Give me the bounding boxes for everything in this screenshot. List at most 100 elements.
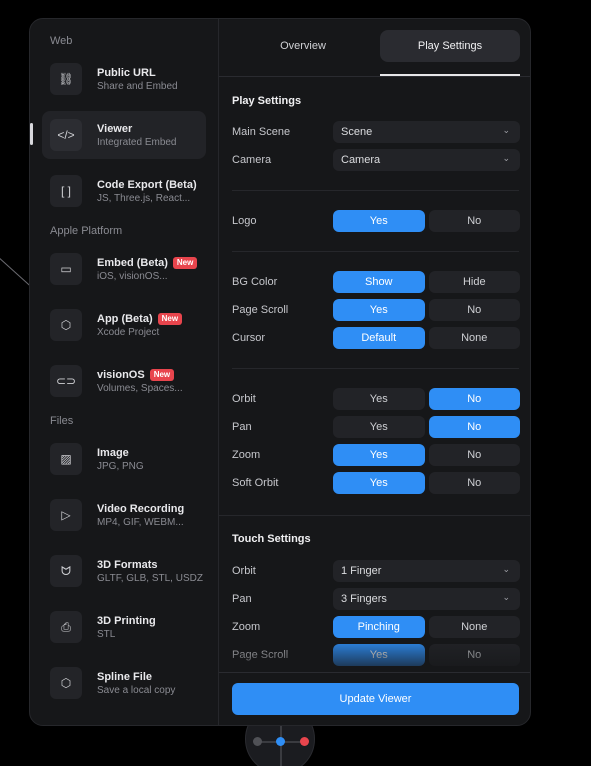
touch-zoom-label: Zoom (232, 621, 261, 633)
touch-settings-title: Touch Settings (232, 533, 311, 545)
bg-color-show-option[interactable]: Show (333, 271, 425, 293)
sidebar-item-visionos[interactable]: ⊂⊃ visionOS New Volumes, Spaces... (42, 357, 206, 405)
export-panel: Web ⛓ Public URL Share and Embed </> Vie… (29, 18, 531, 726)
item-subtitle: Volumes, Spaces... (97, 382, 183, 394)
logo-label: Logo (232, 215, 257, 227)
bg-color-hide-option[interactable]: Hide (428, 271, 520, 293)
gizmo-dot-center[interactable] (276, 737, 285, 746)
touch-pan-label: Pan (232, 593, 252, 605)
update-viewer-button[interactable]: Update Viewer (232, 683, 519, 715)
item-title: 3D Formats (97, 558, 158, 571)
bunny-icon: ᗢ (50, 555, 82, 587)
touch-zoom-none-option[interactable]: None (428, 616, 520, 638)
item-subtitle: MP4, GIF, WEBM... (97, 516, 184, 528)
touch-zoom-pinching-option[interactable]: Pinching (333, 616, 425, 638)
bg-color-toggle: Show Hide (333, 271, 520, 293)
sidebar-item-embed[interactable]: ▭ Embed (Beta) New iOS, visionOS... (42, 245, 206, 293)
chevron-down-icon: ⌄ (502, 125, 510, 135)
page-scroll-label: Page Scroll (232, 304, 289, 316)
zoom-no-option[interactable]: No (428, 444, 520, 466)
sidebar-item-viewer[interactable]: </> Viewer Integrated Embed (30, 111, 206, 159)
pan-no-option[interactable]: No (428, 416, 520, 438)
brackets-icon: [ ] (50, 175, 82, 207)
item-subtitle: STL (97, 628, 116, 640)
chevron-down-icon: ⌄ (502, 153, 510, 163)
sidebar-item-spline-file[interactable]: ⬡ Spline File Save a local copy (42, 659, 206, 707)
touch-orbit-label: Orbit (232, 565, 256, 577)
camera-select[interactable]: Camera ⌄ (333, 149, 520, 171)
sidebar-item-image[interactable]: ▨ Image JPG, PNG (42, 435, 206, 483)
new-badge: New (172, 256, 198, 269)
chevron-down-icon: ⌄ (502, 564, 510, 574)
main-scene-select[interactable]: Scene ⌄ (333, 121, 520, 143)
cube-outline-icon: ⬡ (50, 667, 82, 699)
item-subtitle: Share and Embed (97, 80, 178, 92)
active-tab-underline (380, 74, 520, 76)
item-subtitle: Save a local copy (97, 684, 176, 696)
devices-icon: ▭ (50, 253, 82, 285)
touch-page-scroll-no-option[interactable]: No (428, 644, 520, 666)
divider (232, 190, 519, 191)
soft-orbit-yes-option[interactable]: Yes (333, 472, 425, 494)
item-title-row: Embed (Beta) New (97, 256, 198, 270)
image-icon: ▨ (50, 443, 82, 475)
play-icon: ▷ (50, 499, 82, 531)
tab-play-settings[interactable]: Play Settings (380, 30, 520, 62)
section-files: Files (50, 415, 74, 427)
code-icon: </> (50, 119, 82, 151)
touch-pan-select[interactable]: 3 Fingers ⌄ (333, 588, 520, 610)
orbit-yes-option[interactable]: Yes (333, 388, 425, 410)
export-sidebar: Web ⛓ Public URL Share and Embed </> Vie… (30, 19, 219, 725)
sidebar-item-public-url[interactable]: ⛓ Public URL Share and Embed (42, 55, 206, 103)
page-scroll-no-option[interactable]: No (428, 299, 520, 321)
touch-zoom-toggle: Pinching None (333, 616, 520, 638)
orbit-toggle: Yes No (333, 388, 520, 410)
item-title: Image (97, 446, 129, 459)
sidebar-item-app[interactable]: ⬡ App (Beta) New Xcode Project (42, 301, 206, 349)
section-divider (219, 515, 530, 516)
item-subtitle: JPG, PNG (97, 460, 144, 472)
logo-yes-option[interactable]: Yes (333, 210, 425, 232)
item-title: 3D Printing (97, 614, 156, 627)
gizmo-dot-right[interactable] (300, 737, 309, 746)
item-title: App (Beta) (97, 312, 153, 325)
zoom-label: Zoom (232, 449, 261, 461)
tab-overview[interactable]: Overview (233, 30, 373, 62)
sidebar-item-3d-printing[interactable]: ⎙ 3D Printing STL (42, 603, 206, 651)
new-badge: New (149, 368, 175, 381)
orbit-no-option[interactable]: No (428, 388, 520, 410)
touch-pan-value: 3 Fingers (341, 593, 387, 605)
play-settings-title: Play Settings (232, 95, 302, 107)
item-subtitle: Integrated Embed (97, 136, 177, 148)
item-subtitle: GLTF, GLB, STL, USDZ (97, 572, 203, 584)
main-scene-value: Scene (341, 126, 373, 138)
pan-toggle: Yes No (333, 416, 520, 438)
printer-icon: ⎙ (50, 611, 82, 643)
soft-orbit-no-option[interactable]: No (428, 472, 520, 494)
touch-orbit-select[interactable]: 1 Finger ⌄ (333, 560, 520, 582)
section-web: Web (50, 35, 73, 47)
page-scroll-yes-option[interactable]: Yes (333, 299, 425, 321)
touch-page-scroll-toggle: Yes No (333, 644, 520, 666)
orbit-label: Orbit (232, 393, 256, 405)
touch-page-scroll-yes-option[interactable]: Yes (333, 644, 425, 666)
sidebar-item-3d-formats[interactable]: ᗢ 3D Formats GLTF, GLB, STL, USDZ (42, 547, 206, 595)
item-subtitle: Xcode Project (97, 326, 160, 338)
touch-orbit-value: 1 Finger (341, 565, 382, 577)
cursor-default-option[interactable]: Default (333, 327, 425, 349)
cursor-none-option[interactable]: None (428, 327, 520, 349)
new-badge: New (157, 312, 183, 325)
pan-yes-option[interactable]: Yes (333, 416, 425, 438)
gizmo-dot-left[interactable] (253, 737, 262, 746)
item-title: Video Recording (97, 502, 185, 515)
item-title: Public URL (97, 66, 156, 79)
item-title-row: App (Beta) New (97, 312, 183, 326)
zoom-yes-option[interactable]: Yes (333, 444, 425, 466)
soft-orbit-label: Soft Orbit (232, 477, 279, 489)
sidebar-item-video-recording[interactable]: ▷ Video Recording MP4, GIF, WEBM... (42, 491, 206, 539)
logo-no-option[interactable]: No (428, 210, 520, 232)
sidebar-item-code-export[interactable]: [ ] Code Export (Beta) JS, Three.js, Rea… (42, 167, 206, 215)
soft-orbit-toggle: Yes No (333, 472, 520, 494)
zoom-toggle: Yes No (333, 444, 520, 466)
link-icon: ⛓ (50, 63, 82, 95)
